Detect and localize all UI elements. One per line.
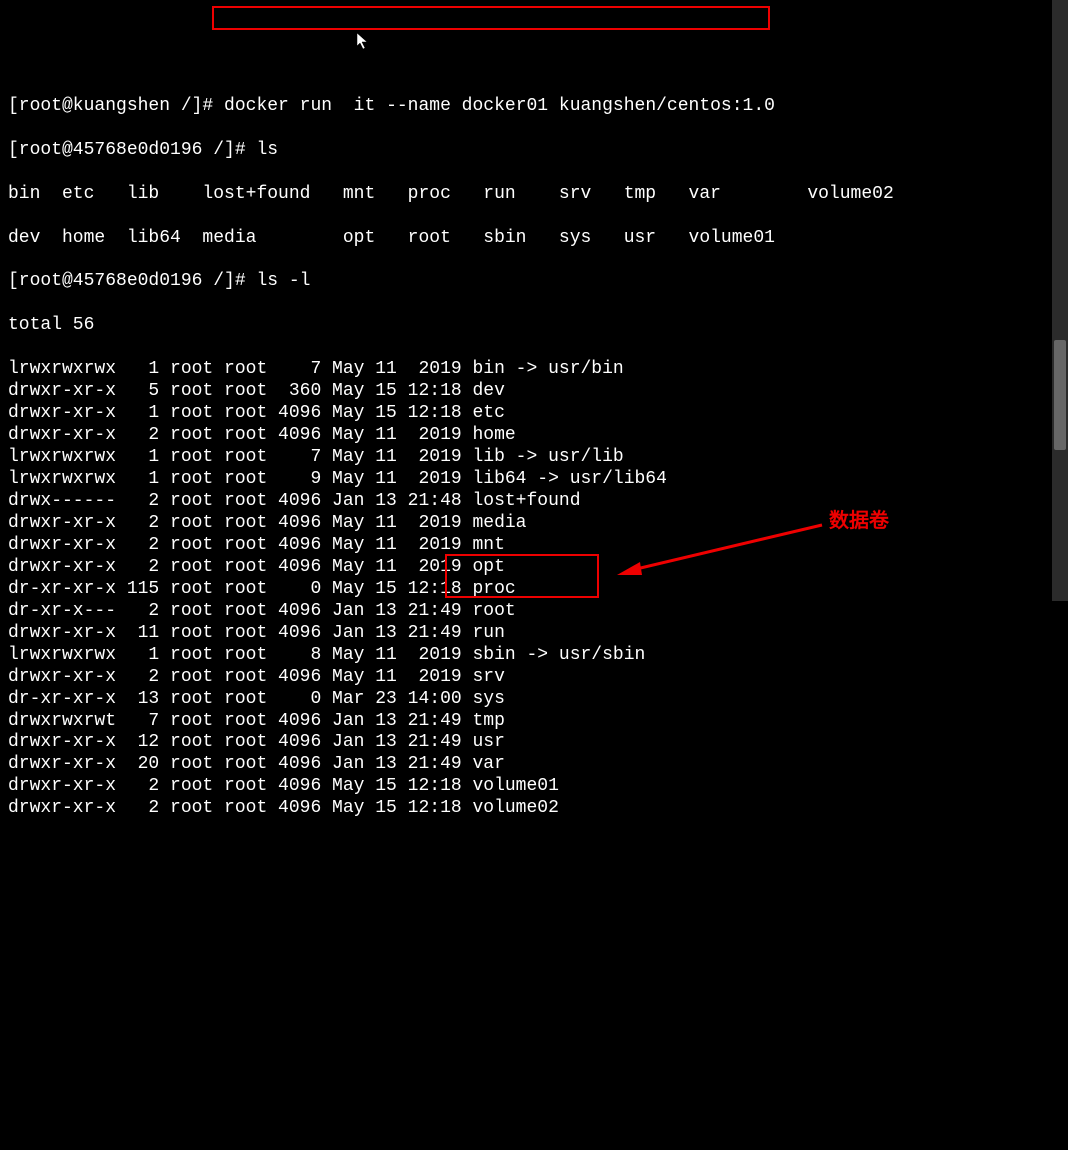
- highlight-box-command: [212, 6, 770, 30]
- ls-total-line: total 56: [8, 315, 1060, 337]
- scrollbar-thumb[interactable]: [1054, 340, 1066, 450]
- ls-output-line: bin etc lib lost+found mnt proc run srv …: [8, 184, 1060, 206]
- terminal-line: [root@45768e0d0196 /]# ls: [8, 140, 1060, 162]
- command-text: ls -l: [256, 271, 310, 291]
- ls-long-listing: lrwxrwxrwx 1 root root 7 May 11 2019 bin…: [8, 359, 1060, 820]
- shell-prompt: [root@45768e0d0196 /]#: [8, 140, 256, 160]
- ls-output-line: dev home lib64 media opt root sbin sys u…: [8, 228, 1060, 250]
- terminal-line: [root@kuangshen /]# docker run it --name…: [8, 96, 1060, 118]
- mouse-cursor-icon: [334, 10, 372, 58]
- scrollbar-track[interactable]: [1052, 0, 1068, 601]
- command-text: ls: [256, 140, 278, 160]
- shell-prompt: [root@45768e0d0196 /]#: [8, 271, 256, 291]
- annotation-label: 数据卷: [829, 509, 889, 533]
- terminal-line: [root@45768e0d0196 /]# ls -l: [8, 271, 1060, 293]
- command-text: docker run it --name docker01 kuangshen/…: [224, 96, 775, 116]
- shell-prompt: [root@kuangshen /]#: [8, 96, 224, 116]
